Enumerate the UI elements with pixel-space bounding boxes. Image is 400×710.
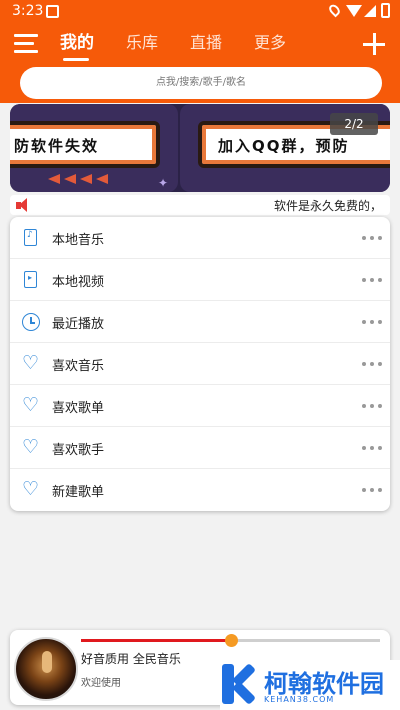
list-item-liked-music[interactable]: ♡ 喜欢音乐 [10,343,390,385]
banner-frame: 防软件失效 [10,121,160,168]
status-time: 3:23 [12,3,44,19]
wifi-icon [346,5,362,17]
heart-icon: ♡ [22,394,40,416]
banner-pager: 2/2 [330,113,378,135]
heart-icon: ♡ [22,436,40,458]
list-item-label: 最近播放 [52,317,105,332]
top-tabs: 我的 乐库 直播 更多 [60,32,318,62]
album-cover[interactable] [14,637,78,701]
plus-icon[interactable] [363,33,385,55]
watermark-text: 柯翰软件园 [264,670,384,698]
watermark-subtext: KEHAN38.COM [264,695,335,704]
list-item-label: 本地音乐 [52,233,105,248]
banner-right-text: 加入QQ群，预防 [218,137,350,155]
progress-fill [81,639,231,642]
more-icon[interactable] [362,488,382,492]
banner-left-text: 防软件失效 [14,137,100,155]
signal-icon [364,5,376,17]
clock-icon [22,313,40,331]
tab-library[interactable]: 乐库 [126,32,158,62]
speaker-icon [16,198,30,212]
list-item-label: 新建歌单 [52,485,105,500]
menu-icon[interactable] [14,34,38,54]
notice-marquee: 软件是永久免费的， [10,195,390,215]
more-icon[interactable] [362,236,382,240]
marquee-text: 软件是永久免费的， [274,199,383,213]
watermark: 柯翰软件园 KEHAN38.COM [220,660,400,710]
more-icon[interactable] [362,320,382,324]
progress-thumb[interactable] [224,634,238,647]
status-bar: 3:23 [0,0,400,24]
song-subtitle: 欢迎使用 [81,678,121,689]
more-icon[interactable] [362,278,382,282]
more-icon[interactable] [362,446,382,450]
progress-bar[interactable] [81,634,380,647]
search-input[interactable]: 点我/搜索/歌手/歌名 [20,67,382,99]
watermark-logo-icon [222,662,262,706]
battery-icon [381,3,390,18]
list-item-recent[interactable]: 最近播放 [10,301,390,343]
list-item-new-playlist[interactable]: ♡ 新建歌单 [10,469,390,511]
list-item-label: 喜欢歌手 [52,443,105,458]
sparkle-icon: ✦ [158,176,169,190]
heart-icon: ♡ [22,352,40,374]
menu-list: 本地音乐 本地视频 最近播放 ♡ 喜欢音乐 ♡ 喜欢歌单 ♡ 喜欢歌手 ♡ 新建… [10,217,390,511]
list-item-label: 喜欢音乐 [52,359,105,374]
location-icon [327,2,342,18]
tab-mine[interactable]: 我的 [60,32,94,62]
phone-music-icon [24,229,37,246]
list-item-label: 本地视频 [52,275,105,290]
tab-more[interactable]: 更多 [254,32,286,62]
phone-video-icon [24,271,37,288]
banner-arrows-decoration [48,174,108,184]
banner-slide-prev[interactable]: 防软件失效 ✦ [10,104,178,192]
more-icon[interactable] [362,404,382,408]
notification-icon [46,5,59,18]
tab-live[interactable]: 直播 [190,32,222,62]
list-item-local-music[interactable]: 本地音乐 [10,217,390,259]
list-item-liked-playlists[interactable]: ♡ 喜欢歌单 [10,385,390,427]
list-item-local-video[interactable]: 本地视频 [10,259,390,301]
list-item-label: 喜欢歌单 [52,401,105,416]
app-header: 3:23 我的 乐库 直播 更多 点我/搜索/歌手/歌名 [0,0,400,103]
heart-icon: ♡ [22,478,40,500]
microphone-icon [42,651,52,673]
list-item-liked-singers[interactable]: ♡ 喜欢歌手 [10,427,390,469]
more-icon[interactable] [362,362,382,366]
song-title: 好音质用 全民音乐 [81,652,181,666]
